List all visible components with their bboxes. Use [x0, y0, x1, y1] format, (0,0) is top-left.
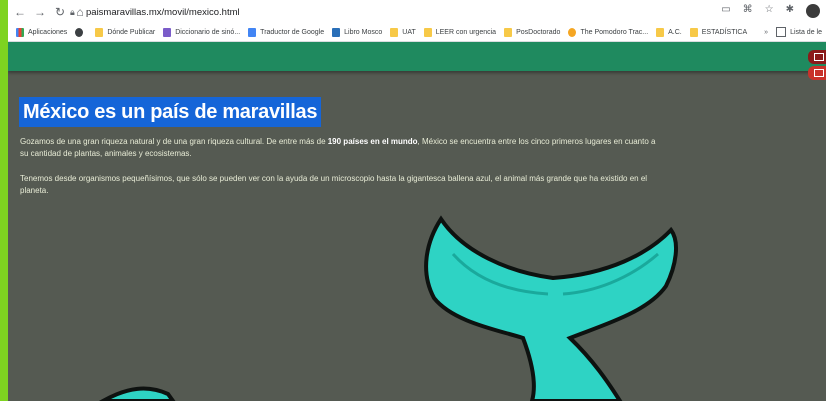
book-icon — [332, 28, 341, 37]
web-page: México es un país de maravillas Gozamos … — [8, 42, 826, 401]
second-paragraph: Tenemos desde organismos pequeñísimos, q… — [20, 174, 648, 195]
print-icon — [814, 69, 824, 77]
reading-list-icon — [776, 27, 787, 37]
whale-tail — [424, 215, 679, 401]
dictionary-icon — [163, 28, 172, 37]
bookmark-leer[interactable]: LEER con urgencia — [423, 28, 496, 37]
toolbar-actions: ▭ ⌘ ☆ ✱ — [721, 4, 820, 18]
bookmark-posdoctorado[interactable]: PosDoctorado — [504, 28, 560, 37]
folder-icon — [689, 28, 698, 37]
bookmark-pomodoro[interactable]: The Pomodoro Trac... — [568, 28, 648, 37]
bookmark-globe[interactable] — [75, 28, 87, 37]
apps-icon — [16, 28, 24, 37]
translate-page-icon[interactable]: ⌘ — [743, 4, 753, 18]
bookmark-libro-mosco[interactable]: Libro Mosco — [332, 28, 382, 37]
lock-icon: 🔒︎ — [70, 6, 75, 17]
whale-body — [98, 386, 176, 401]
forward-icon[interactable]: → — [32, 4, 48, 20]
page-title: México es un país de maravillas — [19, 97, 322, 127]
bookmark-donde-publicar[interactable]: Dónde Publicar — [95, 28, 155, 37]
folder-icon — [656, 28, 665, 37]
bookmarks-bar: Aplicaciones Dónde Publicar Diccionario … — [8, 24, 826, 42]
highlight-text: 190 países en el mundo — [327, 137, 418, 146]
side-tab-print[interactable] — [808, 66, 826, 80]
star-icon[interactable]: ☆ — [765, 4, 774, 18]
folder-icon — [504, 28, 513, 37]
globe-icon — [75, 28, 84, 37]
profile-avatar[interactable] — [806, 4, 820, 18]
cast-icon[interactable]: ▭ — [721, 4, 730, 18]
more-bookmarks-icon[interactable]: » — [764, 29, 768, 36]
bookmark-aplicaciones[interactable]: Aplicaciones — [16, 28, 67, 37]
whale-illustration — [98, 215, 679, 401]
folder-icon — [390, 28, 399, 37]
left-border — [0, 0, 8, 401]
reload-icon[interactable]: ↻ — [52, 4, 68, 20]
pomodoro-icon — [568, 28, 577, 37]
reading-list[interactable]: » Lista de le — [764, 27, 822, 37]
url-text: paismaravillas.mx/movil/mexico.html — [86, 6, 240, 18]
bookmark-ac[interactable]: A.C. — [656, 28, 682, 37]
bookmark-estadistica[interactable]: ESTADÍSTICA — [689, 28, 747, 37]
extensions-icon[interactable]: ✱ — [786, 4, 794, 18]
bookmark-traductor[interactable]: Traductor de Google — [248, 28, 324, 37]
side-tab-mail[interactable] — [808, 50, 826, 64]
mail-icon — [814, 53, 824, 61]
bookmark-uat[interactable]: UAT — [390, 28, 416, 37]
folder-icon — [423, 28, 432, 37]
browser-toolbar: ← → ↻ ⌂ 🔒︎ paismaravillas.mx/movil/mexic… — [8, 0, 826, 24]
back-icon[interactable]: ← — [12, 4, 28, 20]
folder-icon — [95, 28, 104, 37]
address-bar[interactable]: 🔒︎ paismaravillas.mx/movil/mexico.html — [70, 3, 710, 21]
header-banner — [8, 42, 826, 71]
intro-paragraph: Gozamos de una gran riqueza natural y de… — [20, 137, 656, 158]
bookmark-diccionario[interactable]: Diccionario de sinó... — [163, 28, 240, 37]
translate-icon — [248, 28, 257, 37]
